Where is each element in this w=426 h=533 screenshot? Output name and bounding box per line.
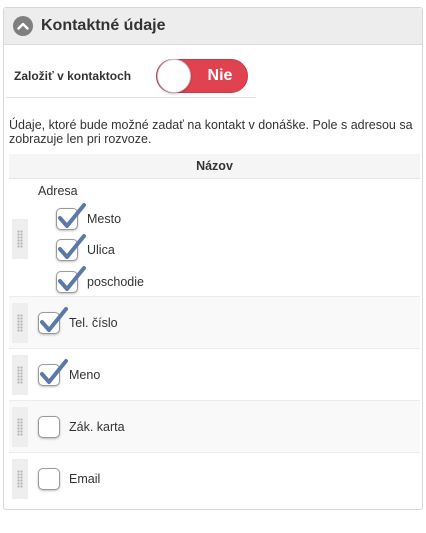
mesto-label: Mesto: [87, 212, 122, 226]
email-checkbox[interactable]: [38, 468, 60, 490]
mesto-checkbox[interactable]: [56, 203, 86, 230]
chevron-up-icon[interactable]: [13, 16, 33, 36]
customer-card-checkbox[interactable]: [38, 416, 60, 438]
poschodie-label: poschodie: [87, 275, 144, 289]
checkmark-icon: [40, 359, 68, 384]
table-row[interactable]: Tel. číslo: [9, 297, 420, 349]
column-header-name: Názov: [9, 154, 420, 179]
table-row[interactable]: Meno: [9, 349, 420, 401]
create-in-contacts-label: Založiť v kontaktoch: [14, 68, 132, 83]
checkmark-icon: [58, 203, 86, 228]
fields-description: Údaje, ktoré bude možné zadať na kontakt…: [9, 118, 413, 146]
address-item-city[interactable]: Mesto: [56, 203, 122, 230]
contact-details-panel: Kontaktné údaje Založiť v kontaktoch Nie…: [3, 7, 423, 510]
panel-title: Kontaktné údaje: [41, 17, 166, 34]
customer-card-item[interactable]: Zák. karta: [38, 416, 125, 438]
drag-handle[interactable]: [12, 355, 28, 395]
panel-header[interactable]: Kontaktné údaje: [4, 8, 422, 45]
toggle-state-text: Nie: [207, 66, 233, 84]
name-label: Meno: [69, 368, 101, 382]
phone-checkbox[interactable]: [38, 307, 68, 334]
customer-card-label: Zák. karta: [69, 420, 125, 434]
address-item-floor[interactable]: poschodie: [56, 266, 144, 293]
address-item-street[interactable]: Ulica: [56, 234, 115, 261]
drag-handle[interactable]: [12, 303, 28, 343]
checkmark-icon: [58, 266, 86, 291]
toggle-knob[interactable]: [157, 58, 191, 93]
drag-handle[interactable]: [12, 459, 28, 499]
drag-handle[interactable]: [12, 219, 28, 259]
name-item[interactable]: Meno: [38, 359, 101, 386]
address-group-row: Adresa Mesto Ulica poschodie: [9, 179, 420, 297]
email-item[interactable]: Email: [38, 468, 100, 490]
phone-label: Tel. číslo: [69, 316, 118, 330]
checkmark-icon: [58, 234, 86, 259]
checkmark-icon: [40, 307, 68, 332]
poschodie-checkbox[interactable]: [56, 266, 86, 293]
table-row[interactable]: Email: [9, 453, 420, 505]
table-row[interactable]: Zák. karta: [9, 401, 420, 453]
address-group-label: Adresa: [38, 184, 78, 198]
ulica-checkbox[interactable]: [56, 234, 86, 261]
drag-handle[interactable]: [12, 407, 28, 447]
phone-item[interactable]: Tel. číslo: [38, 307, 118, 334]
create-in-contacts-row: Založiť v kontaktoch Nie: [6, 54, 256, 98]
ulica-label: Ulica: [87, 243, 115, 257]
name-checkbox[interactable]: [38, 359, 68, 386]
email-label: Email: [69, 472, 101, 486]
create-in-contacts-toggle[interactable]: Nie: [156, 58, 248, 93]
